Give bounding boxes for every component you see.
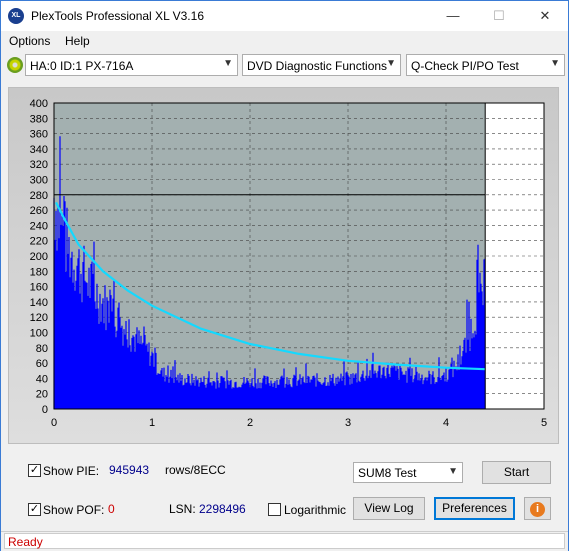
x-tick-label: 5 [541,417,547,429]
lsn-label: LSN: [169,502,196,516]
toolbar: HA:0 ID:1 PX-716A ▼ DVD Diagnostic Funct… [1,52,568,80]
y-tick-label: 200 [30,251,48,263]
x-tick-label: 3 [345,417,351,429]
pie-count: 945943 [109,463,150,477]
chevron-down-icon: ▼ [550,58,560,69]
logarithmic-label: Logarithmic [284,503,347,517]
y-tick-label: 260 [30,205,48,217]
y-tick-label: 40 [36,373,48,385]
y-tick-label: 120 [30,312,48,324]
main-window: XL PlexTools Professional XL V3.16 — ☐ ✕… [0,0,569,551]
y-tick-label: 160 [30,282,48,294]
y-tick-label: 180 [30,266,48,278]
chevron-down-icon: ▼ [223,58,233,69]
y-tick-label: 20 [36,389,48,401]
start-button[interactable]: Start [482,461,551,484]
chevron-down-icon: ▼ [448,466,458,477]
show-pie-label: Show PIE: [43,464,100,478]
rows-unit-label: rows/8ECC [165,463,226,477]
y-tick-label: 80 [36,343,48,355]
info-button[interactable]: i [524,497,551,520]
info-icon: i [530,502,545,517]
pie-chart: 0204060801001201401601802002202402602803… [30,98,547,429]
test-select[interactable]: Q-Check PI/PO Test ▼ [406,54,565,76]
minimize-button[interactable]: — [430,1,476,31]
app-logo-icon: XL [8,8,24,24]
y-tick-label: 400 [30,98,48,110]
pof-count: 0 [108,502,115,516]
title-bar[interactable]: XL PlexTools Professional XL V3.16 — ☐ ✕ [1,1,568,31]
x-tick-label: 4 [443,417,449,429]
window-title: PlexTools Professional XL V3.16 [31,9,204,23]
y-tick-label: 0 [42,404,48,416]
drive-select[interactable]: HA:0 ID:1 PX-716A ▼ [25,54,238,76]
chevron-down-icon: ▼ [386,58,396,69]
y-tick-label: 320 [30,159,48,171]
show-pof-checkbox[interactable]: ✓ [28,503,41,516]
menu-help[interactable]: Help [65,34,90,48]
function-select[interactable]: DVD Diagnostic Functions ▼ [242,54,401,76]
y-tick-label: 360 [30,129,48,141]
x-tick-label: 0 [51,417,57,429]
close-button[interactable]: ✕ [522,1,568,31]
sum-test-select[interactable]: SUM8 Test ▼ [353,462,463,483]
y-tick-label: 380 [30,113,48,125]
y-tick-label: 220 [30,236,48,248]
show-pof-label: Show POF: [43,503,105,517]
show-pie-checkbox[interactable]: ✓ [28,464,41,477]
menu-bar: Options Help [1,31,568,51]
menu-options[interactable]: Options [9,34,50,48]
y-tick-label: 60 [36,358,48,370]
maximize-button[interactable]: ☐ [476,1,522,31]
y-tick-label: 140 [30,297,48,309]
y-tick-label: 340 [30,144,48,156]
logarithmic-checkbox[interactable] [268,503,281,516]
view-log-button[interactable]: View Log [353,497,425,520]
chart-panel: 0 20 40 60 80 100 120 140 160 180 200 220 240 260 280 3… [8,87,559,444]
test-select-value: Q-Check PI/PO Test [411,59,519,73]
y-tick-label: 100 [30,328,48,340]
x-tick-label: 1 [149,417,155,429]
preferences-button[interactable]: Preferences [434,497,515,520]
y-tick-label: 240 [30,220,48,232]
status-bar: Ready [1,531,568,551]
function-select-value: DVD Diagnostic Functions [247,59,388,73]
status-text: Ready [8,535,43,549]
drive-select-value: HA:0 ID:1 PX-716A [30,59,134,73]
y-tick-label: 280 [30,190,48,202]
x-tick-label: 2 [247,417,253,429]
lsn-value: 2298496 [199,502,246,516]
control-panel: ✓ Show PIE: 945943 rows/8ECC ✓ Show POF:… [8,454,559,525]
y-tick-label: 300 [30,175,48,187]
sum-test-value: SUM8 Test [358,466,417,480]
